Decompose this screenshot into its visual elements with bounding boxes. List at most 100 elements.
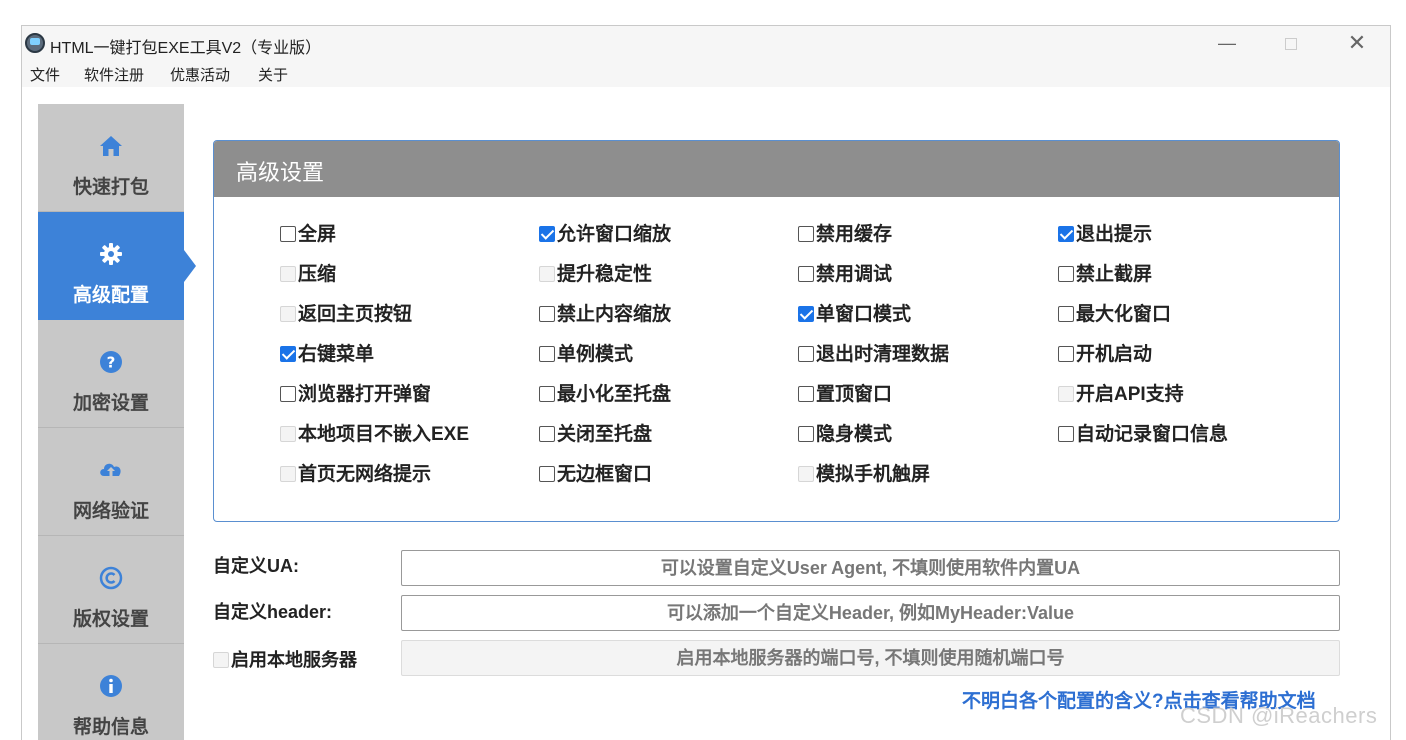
title-bar[interactable]: HTML一键打包EXE工具V2（专业版） — ✕ [22, 26, 1390, 59]
option-label: 最大化窗口 [1076, 304, 1172, 325]
option-item[interactable]: 浏览器打开弹窗 [280, 383, 431, 407]
minimize-button[interactable]: — [1207, 30, 1247, 56]
option-item[interactable]: 禁止内容缩放 [539, 303, 671, 327]
option-item[interactable]: 单例模式 [539, 343, 633, 367]
option-checkbox[interactable] [798, 266, 814, 282]
option-checkbox[interactable] [280, 386, 296, 402]
option-checkbox[interactable] [280, 346, 296, 362]
option-checkbox [280, 466, 296, 482]
close-button[interactable]: ✕ [1337, 30, 1377, 56]
option-label: 提升稳定性 [557, 264, 653, 285]
option-item[interactable]: 最小化至托盘 [539, 383, 671, 407]
option-checkbox[interactable] [798, 426, 814, 442]
server-port-input[interactable] [401, 640, 1340, 676]
option-checkbox [798, 466, 814, 482]
custom-header-label: 自定义header: [213, 602, 333, 622]
option-label: 允许窗口缩放 [557, 224, 672, 245]
option-label: 本地项目不嵌入EXE [298, 424, 470, 445]
option-item[interactable]: 禁止截屏 [1058, 263, 1152, 287]
option-item[interactable]: 隐身模式 [798, 423, 892, 447]
option-item: 首页无网络提示 [280, 463, 431, 487]
option-label: 禁用缓存 [816, 224, 893, 245]
sidebar-item-advanced[interactable]: 高级配置 [38, 212, 196, 320]
option-checkbox[interactable] [539, 426, 555, 442]
sidebar-item-label: 网络验证 [72, 501, 149, 522]
option-item[interactable]: 允许窗口缩放 [539, 223, 671, 247]
option-label: 开机启动 [1076, 344, 1153, 365]
menu-register[interactable]: 软件注册 [84, 64, 144, 85]
option-checkbox[interactable] [539, 346, 555, 362]
option-checkbox[interactable] [1058, 266, 1074, 282]
app-logo-icon [25, 33, 45, 53]
gear-icon [100, 243, 122, 265]
sidebar-item-label: 版权设置 [72, 609, 149, 630]
option-item[interactable]: 禁用调试 [798, 263, 892, 287]
local-server-checkbox[interactable] [213, 652, 229, 668]
option-item: 压缩 [280, 263, 336, 287]
sidebar-item-label: 高级配置 [72, 285, 149, 306]
option-item[interactable]: 退出提示 [1058, 223, 1152, 247]
option-checkbox[interactable] [539, 386, 555, 402]
question-circle-icon: ? [100, 351, 122, 373]
menu-promotions[interactable]: 优惠活动 [170, 64, 230, 85]
option-item[interactable]: 最大化窗口 [1058, 303, 1171, 327]
option-item[interactable]: 关闭至托盘 [539, 423, 652, 447]
option-checkbox[interactable] [1058, 306, 1074, 322]
panel-title: 高级设置 [214, 141, 1339, 197]
option-item[interactable]: 无边框窗口 [539, 463, 652, 487]
option-checkbox[interactable] [798, 306, 814, 322]
option-item: 提升稳定性 [539, 263, 652, 287]
option-checkbox [280, 306, 296, 322]
local-server-toggle[interactable]: 启用本地服务器 [213, 646, 357, 672]
option-label: 模拟手机触屏 [816, 464, 931, 485]
sidebar-item-label: 快速打包 [72, 177, 149, 198]
home-icon [100, 136, 122, 156]
option-label: 单窗口模式 [816, 304, 912, 325]
option-label: 自动记录窗口信息 [1076, 424, 1229, 445]
option-checkbox[interactable] [798, 346, 814, 362]
option-checkbox[interactable] [539, 226, 555, 242]
custom-header-input[interactable] [401, 595, 1340, 631]
maximize-button[interactable] [1271, 30, 1311, 56]
option-label: 浏览器打开弹窗 [298, 384, 432, 405]
option-checkbox[interactable] [1058, 226, 1074, 242]
cloud-upload-icon [100, 463, 121, 478]
option-checkbox[interactable] [539, 306, 555, 322]
option-item[interactable]: 禁用缓存 [798, 223, 892, 247]
option-checkbox[interactable] [1058, 346, 1074, 362]
option-item[interactable]: 单窗口模式 [798, 303, 911, 327]
option-label: 隐身模式 [816, 424, 893, 445]
sidebar-item-quick-pack[interactable]: 快速打包 [38, 104, 184, 212]
menu-about[interactable]: 关于 [258, 64, 288, 85]
option-item[interactable]: 右键菜单 [280, 343, 374, 367]
option-item[interactable]: 置顶窗口 [798, 383, 892, 407]
option-label: 全屏 [298, 224, 337, 245]
sidebar-item-network-auth[interactable]: 网络验证 [38, 428, 184, 536]
option-checkbox[interactable] [280, 226, 296, 242]
app-window: HTML一键打包EXE工具V2（专业版） — ✕ 文件 软件注册 优惠活动 关于… [21, 25, 1391, 740]
custom-ua-label: 自定义UA: [213, 556, 299, 576]
sidebar-item-encryption[interactable]: ? 加密设置 [38, 320, 184, 428]
option-checkbox[interactable] [1058, 426, 1074, 442]
option-checkbox[interactable] [798, 226, 814, 242]
option-item[interactable]: 开机启动 [1058, 343, 1152, 367]
custom-ua-input[interactable] [401, 550, 1340, 586]
option-item: 模拟手机触屏 [798, 463, 930, 487]
option-item[interactable]: 全屏 [280, 223, 336, 247]
option-item[interactable]: 自动记录窗口信息 [1058, 423, 1228, 447]
option-item[interactable]: 退出时清理数据 [798, 343, 949, 367]
option-checkbox[interactable] [539, 466, 555, 482]
watermark: CSDN @iReachers [1180, 703, 1378, 728]
option-item: 返回主页按钮 [280, 303, 412, 327]
window-title: HTML一键打包EXE工具V2（专业版） [50, 40, 322, 57]
sidebar-item-copyright[interactable]: 版权设置 [38, 536, 184, 644]
menu-file[interactable]: 文件 [30, 64, 60, 85]
option-checkbox[interactable] [798, 386, 814, 402]
option-checkbox [280, 266, 296, 282]
option-label: 禁止内容缩放 [557, 304, 672, 325]
option-label: 禁用调试 [816, 264, 893, 285]
sidebar-item-help[interactable]: 帮助信息 [38, 644, 184, 740]
option-checkbox [280, 426, 296, 442]
option-checkbox [1058, 386, 1074, 402]
maximize-icon [1285, 38, 1297, 51]
